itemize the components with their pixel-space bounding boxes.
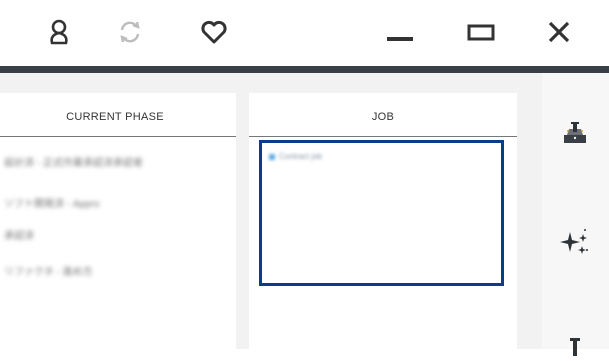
right-tool-rail <box>542 73 609 356</box>
heart-icon[interactable] <box>196 14 232 50</box>
list-item[interactable]: リファクタ - 進め方 <box>4 263 93 278</box>
job-selection-box[interactable]: Contract job <box>259 140 504 286</box>
close-icon[interactable] <box>541 14 577 50</box>
job-panel: JOB Contract job <box>249 93 517 349</box>
job-header-rule <box>249 136 517 137</box>
user-icon[interactable] <box>41 14 77 50</box>
maximize-icon[interactable] <box>463 14 499 50</box>
title-bar <box>0 0 609 66</box>
list-item[interactable]: 設計済 - 正式作業承認済承認者 <box>4 154 143 169</box>
wizard-tool-icon[interactable] <box>560 117 590 147</box>
sync-icon[interactable] <box>112 14 148 50</box>
job-header: JOB <box>371 111 395 123</box>
sparkle-icon[interactable] <box>560 226 590 256</box>
job-bullet-icon <box>269 153 275 160</box>
phase-list: 設計済 - 正式作業承認済承認者 ソフト開発済 - Appro 承認済 リファク… <box>0 93 236 349</box>
tool-icon[interactable] <box>560 331 590 361</box>
job-list-item[interactable]: Contract job <box>269 152 322 161</box>
list-item[interactable]: ソフト開発済 - Appro <box>4 195 100 210</box>
current-phase-panel: CURRENT PHASE 設計済 - 正式作業承認済承認者 ソフト開発済 - … <box>0 93 236 349</box>
minimize-icon[interactable] <box>382 14 418 50</box>
job-item-label: Contract job <box>279 152 323 161</box>
title-bar-divider <box>0 66 609 73</box>
main-content: CURRENT PHASE 設計済 - 正式作業承認済承認者 ソフト開発済 - … <box>0 73 609 356</box>
list-item[interactable]: 承認済 <box>4 227 34 242</box>
